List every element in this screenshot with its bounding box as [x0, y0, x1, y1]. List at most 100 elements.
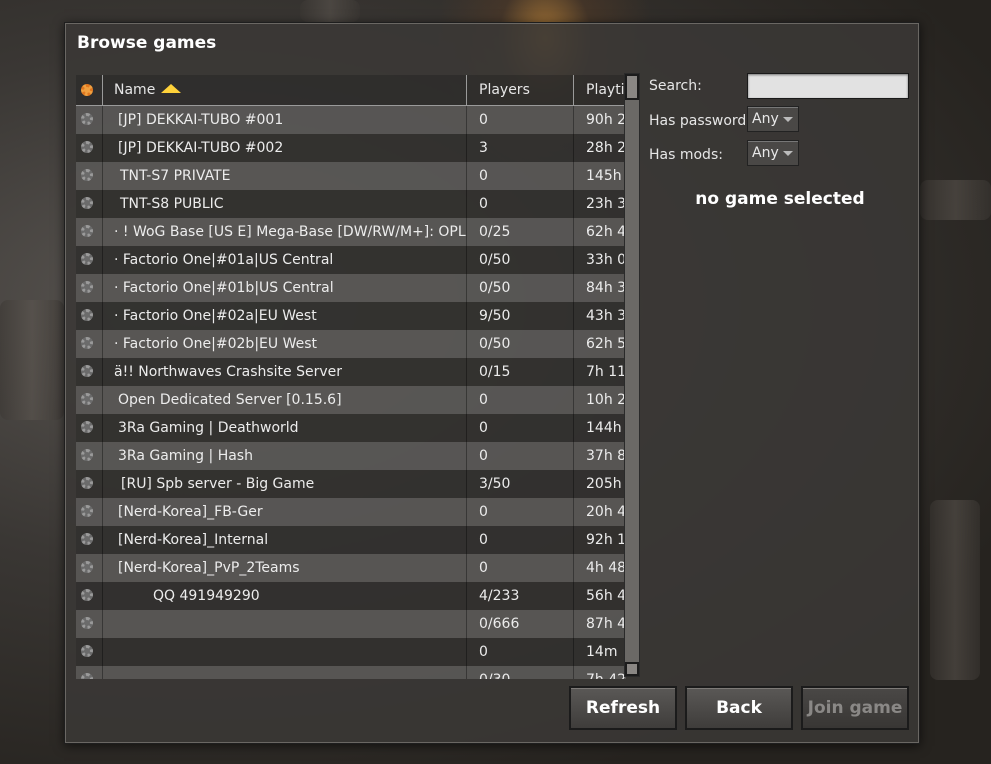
column-header-name-label: Name: [114, 82, 156, 98]
has-password-value: Any: [752, 111, 779, 127]
row-playtime-cell: 33h 0m: [573, 246, 626, 274]
row-name-cell: · Factorio One|#02b|EU West: [102, 330, 466, 358]
row-name-cell: · ! WoG Base [US E] Mega-Base [DW/RW/M+]…: [102, 218, 466, 246]
row-playtime-cell: 84h 36m: [573, 274, 626, 302]
gear-icon: [81, 365, 93, 377]
row-players-cell: 0: [466, 414, 573, 442]
column-header-playtime[interactable]: Playtime: [573, 75, 626, 105]
table-row[interactable]: 3Ra Gaming | Hash037h 8m: [76, 442, 626, 470]
row-name-cell: · Factorio One|#02a|EU West: [102, 302, 466, 330]
table-row[interactable]: [JP] DEKKAI-TUBO #002328h 29m: [76, 134, 626, 162]
row-players-cell: 0/25: [466, 218, 573, 246]
row-mods-cell: [76, 134, 102, 162]
table-row[interactable]: QQ 4919492904/23356h 46m: [76, 582, 626, 610]
gear-icon: [81, 589, 93, 601]
row-mods-cell: [76, 526, 102, 554]
chevron-down-icon: [783, 151, 793, 156]
row-players-cell: 9/50: [466, 302, 573, 330]
row-playtime-cell: 7h 11m: [573, 358, 626, 386]
gear-icon: [81, 561, 93, 573]
chevron-down-icon: [783, 117, 793, 122]
gear-icon: [81, 533, 93, 545]
row-players-cell: 4/233: [466, 582, 573, 610]
row-name-cell: [RU] Spb server - Big Game: [102, 470, 466, 498]
row-name-cell: [JP] DEKKAI-TUBO #002: [102, 134, 466, 162]
column-settings-header[interactable]: [76, 75, 102, 105]
row-players-cell: 0: [466, 106, 573, 134]
row-players-cell: 3/50: [466, 470, 573, 498]
table-row[interactable]: TNT-S7 PRIVATE0145h 1m: [76, 162, 626, 190]
row-playtime-cell: 4h 48m: [573, 554, 626, 582]
gear-icon: [81, 141, 93, 153]
table-row[interactable]: · Factorio One|#01a|US Central0/5033h 0m: [76, 246, 626, 274]
row-playtime-cell: 62h 49m: [573, 218, 626, 246]
row-mods-cell: [76, 218, 102, 246]
table-row[interactable]: 0/307h 42m: [76, 666, 626, 679]
column-header-players-label: Players: [479, 82, 530, 98]
scrollbar-end-cap[interactable]: [625, 662, 639, 676]
table-row[interactable]: · Factorio One|#02a|EU West9/5043h 3m: [76, 302, 626, 330]
has-mods-dropdown[interactable]: Any: [747, 140, 799, 166]
row-mods-cell: [76, 666, 102, 679]
search-input[interactable]: [747, 73, 909, 99]
background-pipe: [930, 500, 980, 680]
has-password-dropdown[interactable]: Any: [747, 106, 799, 132]
table-row[interactable]: 0/66687h 4m: [76, 610, 626, 638]
row-players-cell: 0: [466, 162, 573, 190]
row-name-cell: [JP] DEKKAI-TUBO #001: [102, 106, 466, 134]
row-playtime-cell: 92h 1m: [573, 526, 626, 554]
refresh-button[interactable]: Refresh: [569, 686, 677, 730]
row-players-cell: 0/15: [466, 358, 573, 386]
background-pipe: [0, 300, 64, 420]
background-pipe: [300, 0, 360, 22]
row-playtime-cell: 14m: [573, 638, 626, 666]
row-players-cell: 0: [466, 386, 573, 414]
row-name-cell: [102, 638, 466, 666]
table-row[interactable]: · Factorio One|#02b|EU West0/5062h 58m: [76, 330, 626, 358]
table-row[interactable]: [Nerd-Korea]_PvP_2Teams04h 48m: [76, 554, 626, 582]
table-body: [JP] DEKKAI-TUBO #001090h 29m[JP] DEKKAI…: [76, 106, 626, 679]
search-label: Search:: [649, 78, 702, 94]
row-mods-cell: [76, 330, 102, 358]
row-name-cell: Open Dedicated Server [0.15.6]: [102, 386, 466, 414]
gear-icon: [81, 281, 93, 293]
table-row[interactable]: 3Ra Gaming | Deathworld0144h 5m: [76, 414, 626, 442]
table-row[interactable]: 0 14m: [76, 638, 626, 666]
table-row[interactable]: [RU] Spb server - Big Game3/50205h 3m: [76, 470, 626, 498]
scrollbar-thumb[interactable]: [625, 74, 639, 100]
sort-ascending-icon: [161, 83, 182, 93]
browse-games-window: Browse games Name Players Playtime [JP] …: [64, 22, 920, 744]
table-row[interactable]: TNT-S8 PUBLIC023h 39m: [76, 190, 626, 218]
table-row[interactable]: [Nerd-Korea]_Internal092h 1m: [76, 526, 626, 554]
gear-icon: [81, 617, 93, 629]
table-row[interactable]: [Nerd-Korea]_FB-Ger020h 42m: [76, 498, 626, 526]
row-mods-cell: [76, 386, 102, 414]
row-name-cell: [102, 666, 466, 679]
row-name-cell: [Nerd-Korea]_PvP_2Teams: [102, 554, 466, 582]
row-name-cell: [Nerd-Korea]_FB-Ger: [102, 498, 466, 526]
gear-icon: [81, 337, 93, 349]
row-playtime-cell: 43h 3m: [573, 302, 626, 330]
row-name-cell: · Factorio One|#01b|US Central: [102, 274, 466, 302]
game-details-placeholder: no game selected: [695, 189, 865, 209]
table-row[interactable]: ä!! Northwaves Crashsite Server 0/15 7h 11…: [76, 358, 626, 386]
row-mods-cell: [76, 246, 102, 274]
row-playtime-cell: 62h 58m: [573, 330, 626, 358]
table-scrollbar[interactable]: [624, 73, 640, 677]
row-playtime-cell: 205h 3m: [573, 470, 626, 498]
row-playtime-cell: 90h 29m: [573, 106, 626, 134]
table-row[interactable]: · ! WoG Base [US E] Mega-Base [DW/RW/M+]…: [76, 218, 626, 246]
row-playtime-cell: 145h 1m: [573, 162, 626, 190]
table-row[interactable]: Open Dedicated Server [0.15.6]010h 22m: [76, 386, 626, 414]
join-game-button[interactable]: Join game: [801, 686, 909, 730]
row-players-cell: 0/50: [466, 246, 573, 274]
column-header-name[interactable]: Name: [102, 75, 466, 105]
table-row[interactable]: [JP] DEKKAI-TUBO #001090h 29m: [76, 106, 626, 134]
games-table: Name Players Playtime [JP] DEKKAI-TUBO #…: [76, 75, 626, 679]
table-row[interactable]: · Factorio One|#01b|US Central0/5084h 36…: [76, 274, 626, 302]
table-header: Name Players Playtime: [76, 75, 626, 106]
gear-icon: [81, 113, 93, 125]
back-button[interactable]: Back: [685, 686, 793, 730]
row-mods-cell: [76, 190, 102, 218]
column-header-players[interactable]: Players: [466, 75, 573, 105]
